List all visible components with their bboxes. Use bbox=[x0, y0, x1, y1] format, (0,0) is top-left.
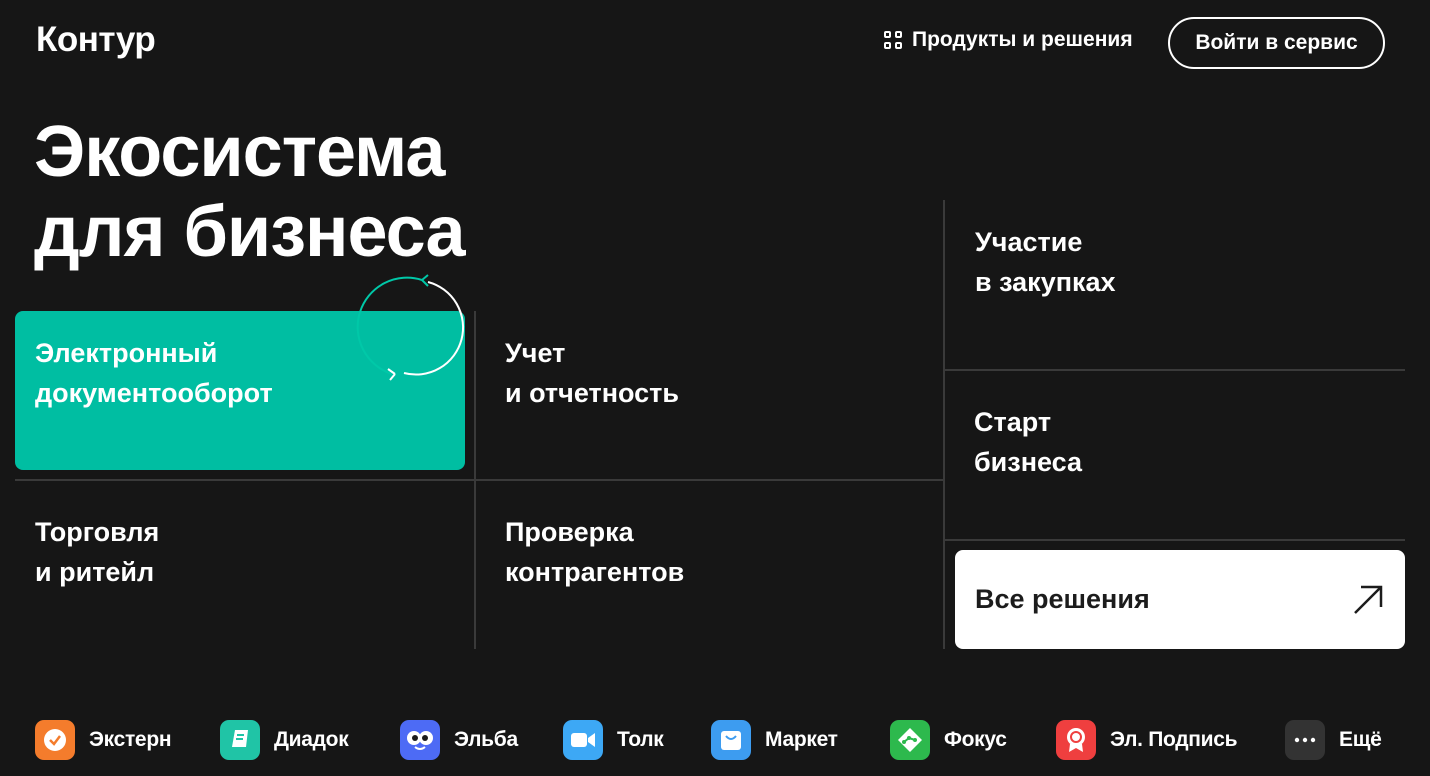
product-market[interactable]: Маркет bbox=[711, 720, 838, 760]
all-solutions-label: Все решения bbox=[975, 584, 1150, 614]
product-label: Ещё bbox=[1339, 728, 1382, 751]
eyes-icon bbox=[400, 720, 440, 760]
divider bbox=[943, 200, 945, 649]
tile-label: в закупках bbox=[975, 267, 1116, 297]
products-menu-label: Продукты и решения bbox=[912, 28, 1133, 51]
divider bbox=[945, 369, 1405, 371]
product-label: Диадок bbox=[274, 728, 349, 751]
grid-icon bbox=[884, 31, 902, 49]
products-menu-button[interactable]: Продукты и решения bbox=[884, 28, 1133, 52]
tile-label: бизнеса bbox=[974, 447, 1083, 477]
logo[interactable]: Контур bbox=[36, 20, 156, 60]
product-label: Экстерн bbox=[89, 728, 172, 751]
bag-icon bbox=[711, 720, 751, 760]
more-icon bbox=[1285, 720, 1325, 760]
tile-label: и отчетность bbox=[505, 378, 679, 408]
tile-label: Учет bbox=[505, 338, 566, 368]
page-title-line-1: Экосистема bbox=[34, 112, 445, 192]
badge-icon bbox=[1056, 720, 1096, 760]
graph-icon bbox=[890, 720, 930, 760]
tile-label: контрагентов bbox=[505, 557, 685, 587]
all-solutions-button[interactable]: Все решения bbox=[955, 550, 1405, 649]
check-icon bbox=[35, 720, 75, 760]
tile-business-start[interactable]: Старт бизнеса bbox=[954, 380, 1404, 540]
tile-label: Участие bbox=[975, 227, 1083, 257]
arrow-up-right-icon bbox=[1354, 585, 1383, 614]
tile-procurement[interactable]: Участие в закупках bbox=[955, 200, 1405, 360]
tile-accounting[interactable]: Учет и отчетность bbox=[485, 311, 935, 470]
product-label: Фокус bbox=[944, 728, 1007, 751]
product-tolk[interactable]: Толк bbox=[563, 720, 664, 760]
page-title-line-2: для бизнеса bbox=[34, 192, 466, 272]
product-diadoc[interactable]: Диадок bbox=[220, 720, 349, 760]
product-elba[interactable]: Эльба bbox=[400, 720, 518, 760]
product-extern[interactable]: Экстерн bbox=[35, 720, 172, 760]
document-icon bbox=[220, 720, 260, 760]
cycle-arrows-icon bbox=[356, 274, 465, 381]
tile-label: и ритейл bbox=[35, 557, 155, 587]
tile-label: Старт bbox=[974, 407, 1052, 437]
tile-counterparty-check[interactable]: Проверка контрагентов bbox=[485, 490, 935, 649]
product-label: Толк bbox=[617, 728, 664, 751]
login-button[interactable]: Войти в сервис bbox=[1168, 17, 1385, 69]
tile-label: Проверка bbox=[505, 517, 634, 547]
divider bbox=[15, 479, 943, 481]
product-signature[interactable]: Эл. Подпись bbox=[1056, 720, 1238, 760]
tile-retail[interactable]: Торговля и ритейл bbox=[15, 490, 465, 649]
product-label: Эльба bbox=[454, 728, 518, 751]
tile-label: Торговля bbox=[35, 517, 160, 547]
page-title: Экосистема для бизнеса bbox=[34, 112, 466, 272]
camera-icon bbox=[563, 720, 603, 760]
product-more[interactable]: Ещё bbox=[1285, 720, 1382, 760]
product-label: Эл. Подпись bbox=[1110, 728, 1238, 751]
product-label: Маркет bbox=[765, 728, 838, 751]
product-focus[interactable]: Фокус bbox=[890, 720, 1007, 760]
